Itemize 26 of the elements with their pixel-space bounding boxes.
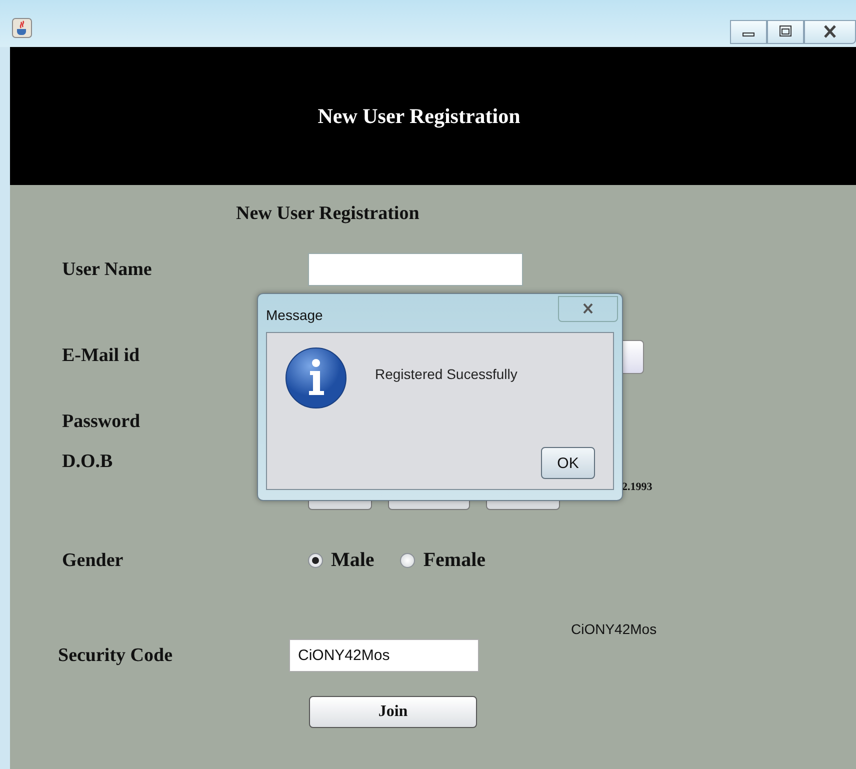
field-label: Security Code <box>58 644 174 666</box>
security-code-field[interactable]: CiONY42Mos <box>289 639 479 672</box>
user-name-field[interactable] <box>308 253 523 286</box>
date-text: 2.1993 <box>622 481 652 493</box>
field-label: Password <box>62 411 142 433</box>
form-subtitle: New User Registration <box>236 203 420 225</box>
field-label: Gender <box>62 550 124 572</box>
field-label: D.O.B <box>62 451 114 473</box>
radio-button[interactable] <box>308 553 323 568</box>
security-code-text: CiONY42Mos <box>571 621 657 637</box>
info-icon <box>285 347 347 409</box>
field-label: E-Mail id <box>62 345 141 367</box>
gender-radio[interactable]: Male <box>308 549 374 572</box>
join-button[interactable]: Join <box>309 696 477 728</box>
gender-radio[interactable]: Female <box>400 549 486 572</box>
java-cup-icon[interactable] <box>12 18 32 38</box>
ok-button[interactable]: OK <box>541 447 595 479</box>
radio-button[interactable] <box>400 553 416 568</box>
field-label: User Name <box>62 258 153 280</box>
header-title: New User Registration <box>318 104 520 128</box>
close-icon[interactable] <box>804 20 856 44</box>
minimize-icon[interactable] <box>730 20 767 44</box>
dialog-message: Registered Sucessfully <box>375 366 518 382</box>
close-icon[interactable] <box>558 296 618 322</box>
dialog-title: Message <box>266 307 323 325</box>
maximize-icon[interactable] <box>767 20 804 44</box>
